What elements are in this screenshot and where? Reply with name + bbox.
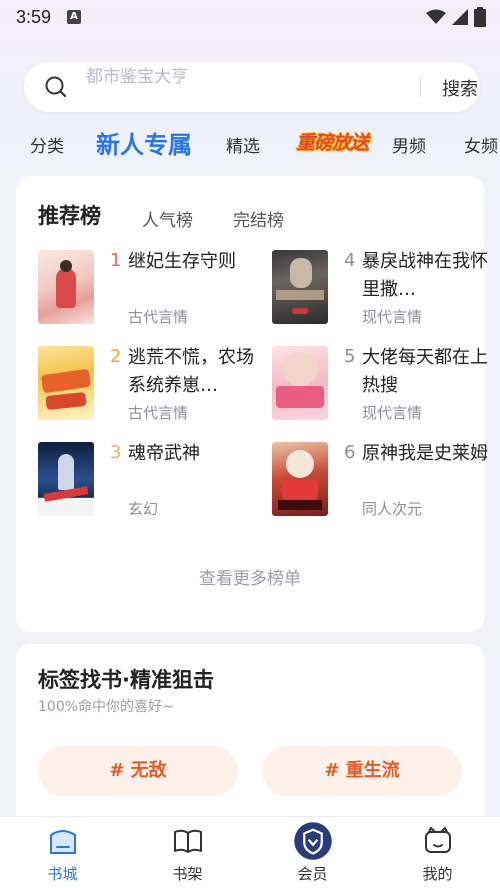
nav-label: 会员 — [297, 865, 328, 883]
tab-promo-logo[interactable]: 重磅放送 — [296, 128, 369, 155]
bookstore-icon[interactable] — [47, 825, 79, 857]
signal-icon — [452, 9, 468, 25]
book-item[interactable]: 5 大佬每天都在上热搜 现代言情 — [272, 346, 492, 422]
book-item[interactable]: 4 暴戾战神在我怀里撒… 现代言情 — [272, 250, 492, 326]
search-bar[interactable]: 都市鉴宝大亨 搜索 — [24, 62, 480, 112]
book-title[interactable]: 继妃生存守则 — [128, 248, 258, 276]
rank-number: 1 — [110, 250, 122, 271]
nav-label: 书架 — [172, 865, 203, 883]
tab-featured[interactable]: 精选 — [226, 132, 260, 157]
profile-icon[interactable] — [422, 825, 454, 857]
book-genre: 现代言情 — [362, 404, 423, 422]
tag-section-card: 标签找书·精准狙击 100%命中你的喜好~ # 无敌 # 重生流 — [16, 644, 484, 844]
nav-bookstore[interactable]: 书城 — [0, 817, 125, 888]
tab-newcomer[interactable]: 新人专属 — [96, 125, 192, 160]
rank-number: 3 — [110, 442, 122, 463]
book-item[interactable]: 2 逃荒不慌，农场系统养崽… 古代言情 — [38, 346, 258, 422]
rank-number: 4 — [344, 250, 356, 271]
book-title[interactable]: 暴戾战神在我怀里撒… — [362, 248, 492, 304]
search-button[interactable]: 搜索 — [442, 75, 478, 101]
category-tabs: 分类 新人专属 精选 重磅放送 男频 女频 — [0, 124, 500, 164]
status-time: 3:59 — [16, 6, 52, 27]
status-bar: 3:59 A — [0, 0, 500, 34]
tab-recommend-rank[interactable]: 推荐榜 — [38, 200, 101, 230]
battery-icon — [474, 7, 486, 27]
search-icon[interactable] — [44, 75, 68, 99]
book-genre: 古代言情 — [128, 404, 189, 422]
vip-shield-icon[interactable] — [293, 821, 333, 861]
rank-number: 6 — [344, 442, 356, 463]
rank-number: 2 — [110, 346, 122, 367]
nav-label: 书城 — [47, 865, 78, 883]
more-rankings-link[interactable]: 查看更多榜单 — [16, 564, 484, 589]
tag-button-invincible[interactable]: # 无敌 — [38, 746, 238, 796]
ranking-card: 推荐榜 人气榜 完结榜 1 继妃生存守则 古代言情 2 逃荒不慌，农场系统养崽…… — [16, 176, 488, 632]
book-genre: 玄幻 — [128, 500, 159, 518]
tab-popular-rank[interactable]: 人气榜 — [142, 206, 193, 231]
book-cover[interactable] — [272, 250, 328, 324]
wifi-icon — [426, 9, 446, 24]
book-genre: 现代言情 — [362, 308, 423, 326]
nav-bookshelf[interactable]: 书架 — [125, 817, 250, 888]
book-item[interactable]: 1 继妃生存守则 古代言情 — [38, 250, 258, 326]
tag-section-subtitle: 100%命中你的喜好~ — [38, 699, 174, 715]
book-item[interactable]: 3 魂帝武神 玄幻 — [38, 442, 258, 518]
nav-profile[interactable]: 我的 — [375, 817, 500, 888]
tag-section-title: 标签找书·精准狙击 — [38, 668, 214, 692]
book-title[interactable]: 逃荒不慌，农场系统养崽… — [128, 344, 258, 400]
book-cover[interactable] — [38, 442, 94, 516]
book-cover[interactable] — [272, 346, 328, 420]
tag-button-rebirth[interactable]: # 重生流 — [262, 746, 462, 796]
book-cover[interactable] — [38, 346, 94, 420]
book-item[interactable]: 6 原神我是史莱姆 同人次元 — [272, 442, 492, 518]
status-indicators — [426, 7, 486, 27]
book-genre: 同人次元 — [362, 500, 423, 518]
search-divider — [420, 76, 421, 98]
book-genre: 古代言情 — [128, 308, 189, 326]
bottom-nav: 书城 书架 会员 我的 — [0, 816, 500, 888]
tab-category[interactable]: 分类 — [30, 132, 64, 157]
book-cover[interactable] — [272, 442, 328, 516]
tab-male[interactable]: 男频 — [392, 132, 426, 157]
nav-vip[interactable]: 会员 — [250, 817, 375, 888]
book-cover[interactable] — [38, 250, 94, 324]
notification-icon: A — [67, 10, 82, 24]
nav-label: 我的 — [422, 865, 453, 883]
search-placeholder[interactable]: 都市鉴宝大亨 — [86, 62, 188, 87]
rank-number: 5 — [344, 346, 356, 367]
book-title[interactable]: 原神我是史莱姆 — [362, 440, 492, 468]
tab-finished-rank[interactable]: 完结榜 — [233, 206, 284, 231]
book-title[interactable]: 大佬每天都在上热搜 — [362, 344, 492, 400]
bookshelf-icon[interactable] — [172, 825, 204, 857]
tab-female[interactable]: 女频 — [464, 132, 498, 157]
book-title[interactable]: 魂帝武神 — [128, 440, 258, 468]
